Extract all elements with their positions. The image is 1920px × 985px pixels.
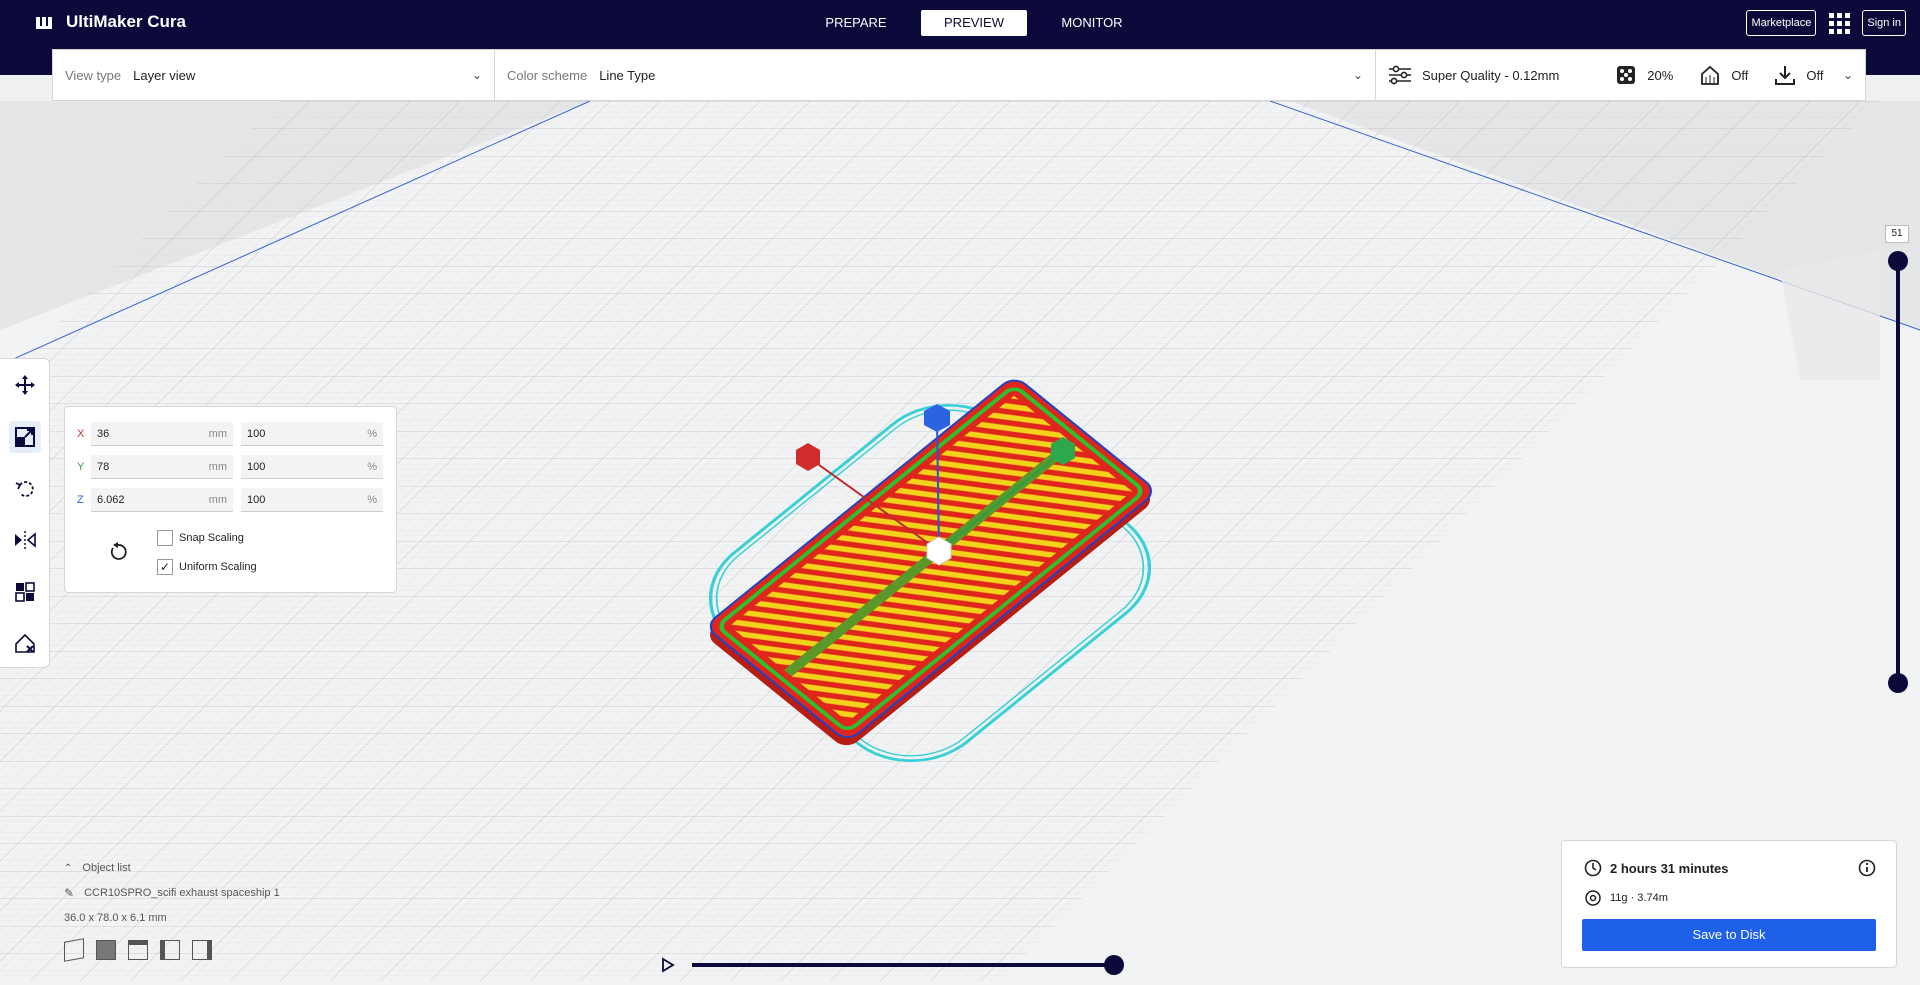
camera-view-buttons — [64, 938, 280, 962]
view-type-select[interactable]: View type Layer view ⌄ — [53, 50, 494, 100]
per-model-settings-icon — [15, 582, 35, 602]
object-list: ⌃ Object list ✎ CCR10SPRO_scifi exhaust … — [64, 862, 280, 962]
material-usage: 11g · 3.74m — [1610, 892, 1668, 904]
scale-tool-button[interactable] — [9, 421, 41, 453]
rotate-tool-button[interactable] — [9, 472, 41, 504]
play-icon[interactable] — [660, 957, 676, 973]
per-model-settings-button[interactable] — [9, 576, 41, 608]
view-type-value: Layer view — [133, 67, 196, 83]
tab-monitor[interactable]: MONITOR — [1039, 10, 1145, 36]
chevron-down-icon: ⌄ — [471, 68, 482, 82]
save-to-disk-button[interactable]: Save to Disk — [1582, 919, 1876, 951]
scale-x-percent-input[interactable]: 100% — [241, 422, 383, 446]
support-value: Off — [1731, 67, 1749, 83]
color-scheme-select[interactable]: Color scheme Line Type ⌄ — [495, 50, 1375, 100]
support-blocker-button[interactable] — [9, 627, 41, 659]
snap-scaling-checkbox[interactable]: Snap Scaling — [157, 530, 244, 546]
object-dimensions: 36.0 x 78.0 x 6.1 mm — [64, 912, 167, 924]
axis-z-label: Z — [77, 494, 84, 506]
view-settings-bar: View type Layer view ⌄ Color scheme Line… — [52, 49, 1866, 101]
layer-slider-bottom-handle[interactable] — [1888, 673, 1908, 693]
move-icon — [15, 375, 35, 395]
chevron-down-icon: ⌄ — [1352, 68, 1363, 82]
tab-prepare[interactable]: PREPARE — [803, 10, 909, 36]
top-bar: UltiMaker Cura PREPARE PREVIEW MONITOR M… — [0, 0, 1920, 50]
print-summary-panel: 2 hours 31 minutes 11g · 3.74m Save to D… — [1561, 840, 1897, 968]
infill-value: 20% — [1647, 67, 1674, 83]
support-blocker-icon — [15, 633, 35, 653]
settings-sliders-icon — [1389, 65, 1411, 85]
mirror-icon — [15, 531, 36, 549]
uniform-scaling-label: Uniform Scaling — [179, 561, 257, 573]
tab-preview[interactable]: PREVIEW — [921, 10, 1027, 36]
marketplace-button[interactable]: Marketplace — [1746, 10, 1817, 36]
sign-in-button[interactable]: Sign in — [1862, 10, 1906, 36]
ultimaker-logo-icon — [36, 17, 52, 29]
adhesion-icon — [1775, 66, 1796, 85]
rotate-icon — [15, 481, 34, 497]
object-list-item[interactable]: ✎ CCR10SPRO_scifi exhaust spaceship 1 — [64, 886, 280, 900]
path-slider-track[interactable] — [692, 963, 1116, 967]
tool-panel — [0, 358, 50, 668]
object-list-toggle[interactable]: ⌃ Object list — [64, 862, 280, 874]
move-tool-button[interactable] — [9, 369, 41, 401]
app-logo: UltiMaker Cura — [36, 12, 186, 32]
checkmark-icon: ✓ — [157, 559, 173, 575]
layer-slider-track — [1896, 261, 1900, 687]
object-name: CCR10SPRO_scifi exhaust spaceship 1 — [84, 887, 280, 899]
scale-y-percent-input[interactable]: 100% — [241, 455, 383, 479]
app-name: UltiMaker Cura — [66, 12, 186, 31]
view-3d-icon[interactable] — [64, 938, 84, 962]
view-right-icon[interactable] — [192, 940, 212, 960]
clock-icon — [1584, 859, 1602, 877]
scale-row-y: Y 78 mm 100% — [77, 454, 391, 480]
reset-icon — [110, 542, 127, 560]
chevron-up-icon: ⌃ — [64, 862, 73, 874]
view-front-icon[interactable] — [96, 940, 116, 960]
color-scheme-label: Color scheme — [507, 67, 588, 83]
layer-number-badge: 51 — [1885, 225, 1909, 243]
pencil-icon: ✎ — [64, 886, 75, 900]
snap-scaling-label: Snap Scaling — [179, 532, 244, 544]
scale-icon — [15, 427, 35, 447]
spool-icon — [1585, 890, 1601, 906]
mirror-tool-button[interactable] — [9, 524, 41, 556]
grid-icon[interactable] — [1826, 10, 1852, 36]
info-icon[interactable] — [1858, 859, 1876, 877]
axis-x-label: X — [77, 428, 85, 440]
axis-y-label: Y — [77, 461, 85, 473]
view-type-label: View type — [65, 67, 122, 83]
chevron-down-icon: ⌄ — [1842, 68, 1853, 82]
profile-name: Super Quality - 0.12mm — [1422, 67, 1560, 83]
scale-z-percent-input[interactable]: 100% — [241, 488, 383, 512]
layer-slider-top-handle[interactable] — [1888, 251, 1908, 271]
simulation-controls — [660, 953, 1126, 977]
print-time: 2 hours 31 minutes — [1610, 860, 1729, 876]
scale-y-mm-input[interactable]: 78 mm — [91, 455, 233, 479]
scale-x-mm-input[interactable]: 36 mm — [91, 422, 233, 446]
scale-row-z: Z 6.062 mm 100% — [77, 487, 391, 513]
scale-z-mm-input[interactable]: 6.062 mm — [91, 488, 233, 512]
stage-tabs: PREPARE PREVIEW MONITOR — [803, 10, 1145, 36]
print-time-row: 2 hours 31 minutes — [1584, 859, 1728, 877]
checkbox-box — [157, 530, 173, 546]
print-settings-button[interactable]: Super Quality - 0.12mm 20% Off Off ⌄ — [1376, 50, 1865, 100]
scale-panel: X 36 mm 100% Y 78 mm 100% Z 6.062 mm 100% S… — [64, 406, 397, 593]
layer-slider[interactable]: 51 — [1885, 225, 1909, 695]
support-icon — [1701, 65, 1720, 85]
path-slider-handle[interactable] — [1104, 955, 1124, 975]
object-list-title: Object list — [82, 862, 131, 874]
scale-row-x: X 36 mm 100% — [77, 421, 391, 447]
material-row: 11g · 3.74m — [1584, 889, 1668, 907]
reset-scale-button[interactable] — [105, 539, 131, 565]
view-top-icon[interactable] — [128, 940, 148, 960]
adhesion-value: Off — [1806, 67, 1824, 83]
view-left-icon[interactable] — [160, 940, 180, 960]
uniform-scaling-checkbox[interactable]: ✓ Uniform Scaling — [157, 559, 257, 575]
infill-icon — [1617, 66, 1636, 84]
color-scheme-value: Line Type — [599, 67, 656, 83]
